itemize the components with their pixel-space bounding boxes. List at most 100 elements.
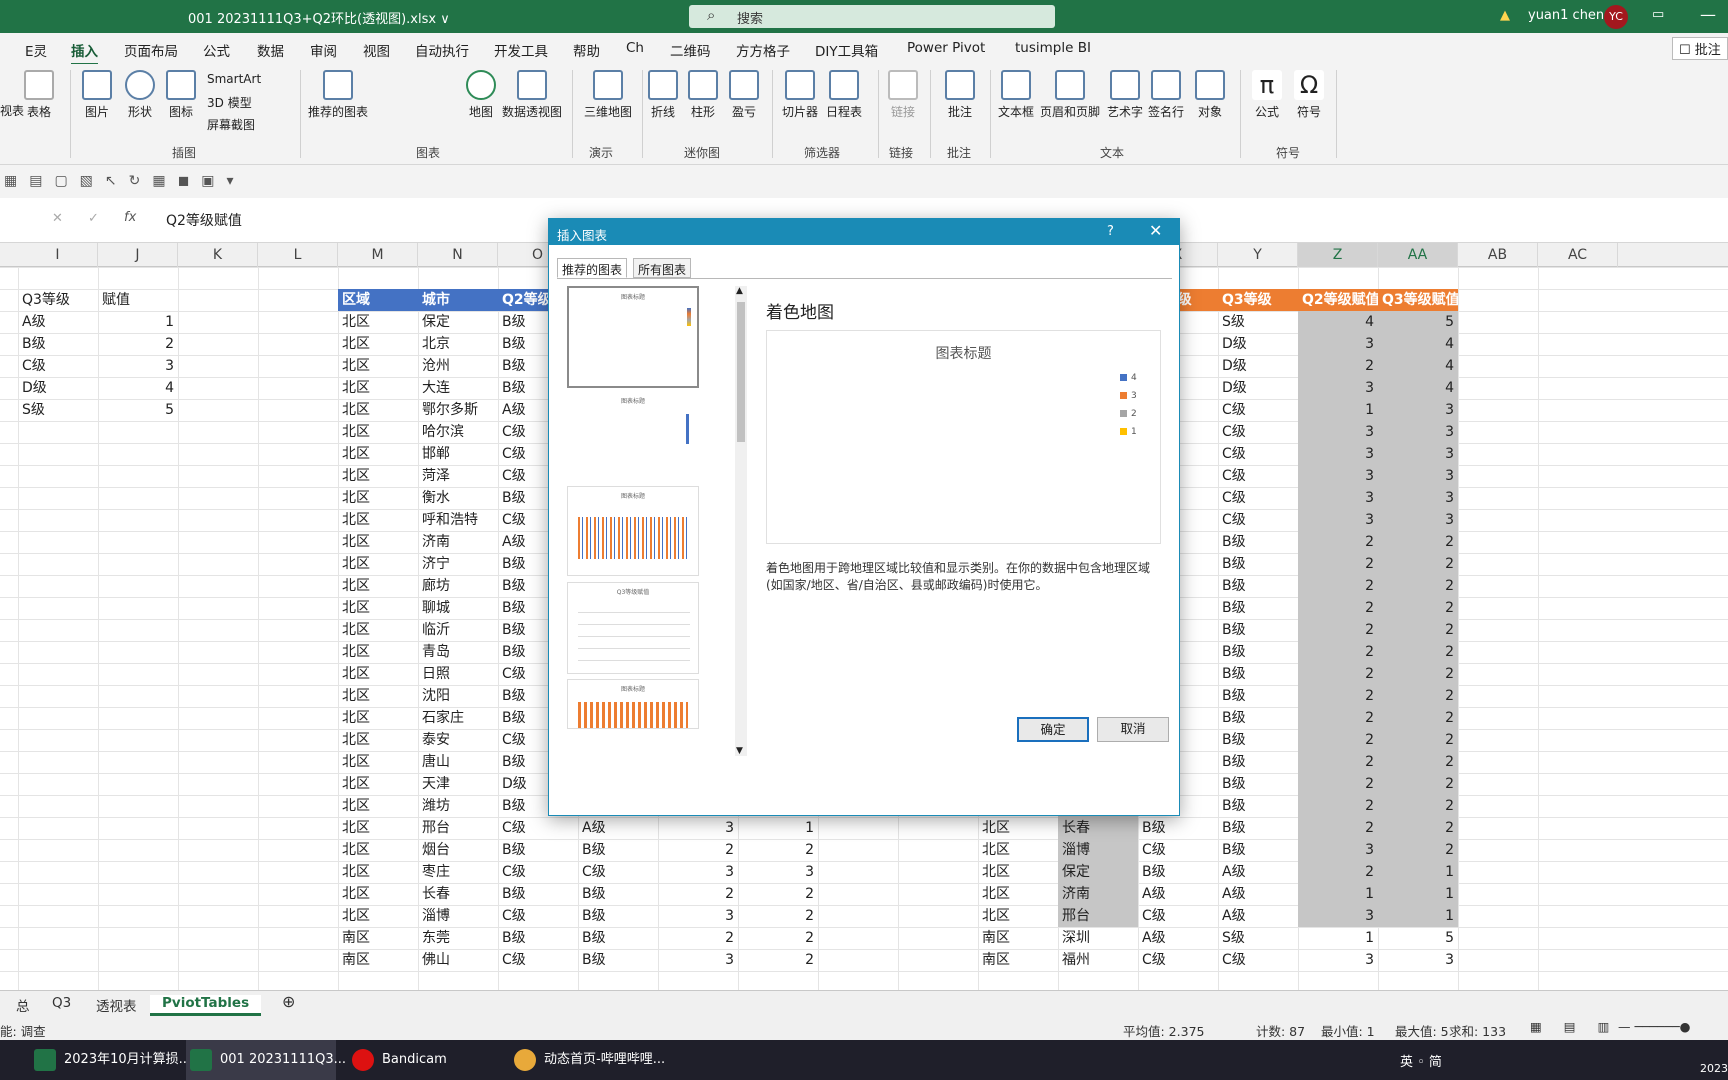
- thumb-funnel[interactable]: 图表标题: [567, 391, 699, 481]
- q3-grade-cell[interactable]: B级: [1218, 839, 1298, 861]
- lookup-grade[interactable]: D级: [18, 377, 98, 399]
- sheet-tab-total[interactable]: 总: [16, 995, 30, 1015]
- thumb-filled-map[interactable]: 图表标题: [567, 286, 699, 388]
- region-cell[interactable]: 北区: [978, 861, 1058, 883]
- city-cell[interactable]: 青岛: [418, 641, 498, 663]
- q3-grade-cell[interactable]: C级: [1218, 509, 1298, 531]
- slicer-button[interactable]: 切片器: [782, 70, 818, 120]
- q2-value-cell[interactable]: 2: [1298, 597, 1378, 619]
- tab-page-layout[interactable]: 页面布局: [124, 40, 178, 60]
- q3-grade-cell[interactable]: B级: [1218, 531, 1298, 553]
- city-cell[interactable]: 烟台: [418, 839, 498, 861]
- q3-value-cell[interactable]: 4: [1378, 355, 1458, 377]
- city-cell[interactable]: 聊城: [418, 597, 498, 619]
- region-cell[interactable]: 北区: [338, 883, 418, 905]
- search-box[interactable]: ⌕ 搜索: [689, 5, 1055, 28]
- region-cell[interactable]: 北区: [978, 839, 1058, 861]
- equation-button[interactable]: π 公式: [1252, 70, 1282, 120]
- screenshot-button[interactable]: 屏幕截图: [207, 116, 255, 133]
- scroll-up-icon[interactable]: ▲: [736, 286, 743, 296]
- sheet-tab-q3[interactable]: Q3: [52, 995, 71, 1011]
- city-cell[interactable]: 济宁: [418, 553, 498, 575]
- q2-value-cell[interactable]: 1: [1298, 927, 1378, 949]
- lookup-value[interactable]: 2: [98, 333, 178, 355]
- city-cell[interactable]: 沈阳: [418, 685, 498, 707]
- q3-value-cell[interactable]: 3: [1378, 487, 1458, 509]
- lookup-grade[interactable]: B级: [18, 333, 98, 355]
- q3-value-cell[interactable]: 2: [1378, 707, 1458, 729]
- taskbar-excel-2[interactable]: 001 20231111Q3...: [186, 1040, 346, 1080]
- region-cell[interactable]: 南区: [978, 927, 1058, 949]
- region-cell[interactable]: 北区: [338, 575, 418, 597]
- q3-grade-cell[interactable]: B级: [1218, 641, 1298, 663]
- user-name[interactable]: yuan1 chen: [1528, 8, 1604, 23]
- q2-grade-cell[interactable]: B级: [498, 883, 578, 905]
- region-cell[interactable]: 北区: [338, 377, 418, 399]
- recommended-charts-button[interactable]: 推荐的图表: [308, 70, 368, 120]
- q3-value-cell[interactable]: 2: [738, 905, 818, 927]
- q3-value-cell[interactable]: 2: [1378, 729, 1458, 751]
- q3-value-cell[interactable]: 3: [1378, 399, 1458, 421]
- tab-automate[interactable]: 自动执行: [415, 40, 469, 60]
- city-cell[interactable]: 邢台: [1058, 905, 1138, 927]
- q2-grade-cell[interactable]: C级: [498, 905, 578, 927]
- q3-value-cell[interactable]: 3: [1378, 949, 1458, 971]
- region-cell[interactable]: 北区: [338, 311, 418, 333]
- column-header-N[interactable]: N: [418, 243, 498, 267]
- lookup-header[interactable]: 赋值: [98, 289, 178, 311]
- q2-grade-cell[interactable]: C级: [1138, 839, 1218, 861]
- thumbnails-scrollbar[interactable]: ▲ ▼: [735, 286, 747, 756]
- city-cell[interactable]: 长春: [1058, 817, 1138, 839]
- q2-value-cell[interactable]: 2: [1298, 663, 1378, 685]
- q3-grade-cell[interactable]: B级: [1218, 817, 1298, 839]
- city-cell[interactable]: 佛山: [418, 949, 498, 971]
- q3-value-cell[interactable]: 2: [1378, 751, 1458, 773]
- table-button[interactable]: 表格: [24, 70, 54, 120]
- q3-grade-cell[interactable]: B级: [1218, 597, 1298, 619]
- column-header-AB[interactable]: AB: [1458, 243, 1538, 267]
- region-cell[interactable]: 北区: [338, 685, 418, 707]
- q3-value-cell[interactable]: 1: [1378, 905, 1458, 927]
- q3-grade-cell[interactable]: B级: [1218, 751, 1298, 773]
- table-header[interactable]: 区域: [338, 289, 418, 311]
- q2-value-cell[interactable]: 2: [1298, 641, 1378, 663]
- clock[interactable]: 2023: [1700, 1062, 1728, 1075]
- q3-grade-cell[interactable]: C级: [1218, 443, 1298, 465]
- q3-grade-cell[interactable]: B级: [1218, 773, 1298, 795]
- q2-grade-cell[interactable]: B级: [498, 839, 578, 861]
- region-cell[interactable]: 北区: [338, 509, 418, 531]
- tab-ffgz[interactable]: 方方格子: [736, 40, 790, 60]
- tab-recommended-charts[interactable]: 推荐的图表: [557, 258, 628, 278]
- lookup-grade[interactable]: A级: [18, 311, 98, 333]
- q2-grade-cell[interactable]: C级: [1138, 949, 1218, 971]
- q3-grade-cell[interactable]: C级: [1218, 487, 1298, 509]
- q3-grade-cell[interactable]: B级: [1218, 685, 1298, 707]
- region-cell[interactable]: 北区: [338, 443, 418, 465]
- lookup-value[interactable]: 5: [98, 399, 178, 421]
- formula-input[interactable]: Q2等级赋值: [166, 210, 242, 230]
- map-button[interactable]: 地图: [466, 70, 496, 120]
- column-header-Y[interactable]: Y: [1218, 243, 1298, 267]
- city-cell[interactable]: 沧州: [418, 355, 498, 377]
- q3-grade-cell[interactable]: C级: [1218, 949, 1298, 971]
- column-header-K[interactable]: K: [178, 243, 258, 267]
- q3-value-cell[interactable]: 2: [1378, 575, 1458, 597]
- q3-grade-cell[interactable]: S级: [1218, 311, 1298, 333]
- q3-grade-cell[interactable]: B级: [1218, 575, 1298, 597]
- taskbar-excel-1[interactable]: 2023年10月计算损...: [30, 1040, 191, 1080]
- region-cell[interactable]: 北区: [338, 487, 418, 509]
- region-cell[interactable]: 北区: [338, 553, 418, 575]
- q2-grade-cell[interactable]: C级: [498, 949, 578, 971]
- object-button[interactable]: 对象: [1195, 70, 1225, 120]
- help-icon[interactable]: ?: [1107, 224, 1114, 239]
- view-buttons[interactable]: ▦▤▥: [1530, 1019, 1631, 1034]
- symbol-button[interactable]: Ω 符号: [1294, 70, 1324, 120]
- city-cell[interactable]: 唐山: [418, 751, 498, 773]
- q3-value-cell[interactable]: 2: [1378, 685, 1458, 707]
- tab-tusimple[interactable]: tusimple BI: [1015, 40, 1091, 56]
- q3-grade-cell[interactable]: D级: [1218, 377, 1298, 399]
- region-cell[interactable]: 南区: [338, 949, 418, 971]
- q2-value-cell[interactable]: 1: [1298, 883, 1378, 905]
- region-cell[interactable]: 北区: [338, 751, 418, 773]
- q2-grade-cell[interactable]: C级: [1138, 905, 1218, 927]
